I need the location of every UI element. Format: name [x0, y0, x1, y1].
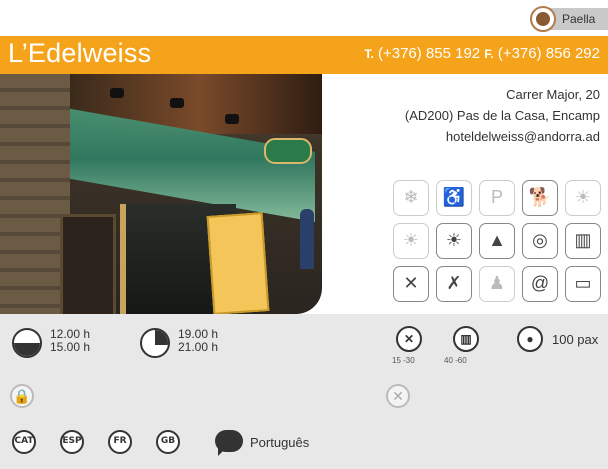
language-gb-icon: GB [156, 430, 180, 454]
menu-circle-icon: ▥ [453, 326, 479, 352]
specialty-tag: Paella [530, 6, 608, 32]
language-cat-icon: CAT [12, 430, 36, 454]
parking-icon: P [479, 180, 515, 216]
center-location-icon: ◎ [522, 223, 558, 259]
close-icon: ✕ [386, 384, 410, 408]
outdoor-seating-icon: ☀ [393, 223, 429, 259]
address-block: Carrer Major, 20 (AD200) Pas de la Casa,… [405, 84, 600, 147]
people-icon: ● [517, 326, 543, 352]
restaurant-name: L’Edelweiss [8, 38, 152, 68]
contact-phones: T. (+376) 855 192 F. (+376) 856 292 [364, 45, 600, 62]
mountain-trees-icon: ▲ [479, 223, 515, 259]
menu-book-icon: ▥ [565, 223, 601, 259]
sunset-view-icon: ☀ [436, 223, 472, 259]
fax-prefix: F. [484, 47, 494, 61]
lock-icon: 🔒 [10, 384, 34, 408]
gluten-free-icon: ✗ [436, 266, 472, 302]
other-language: Português [250, 435, 310, 450]
specialty-label: Paella [562, 12, 596, 26]
cutlery-icon: ✕ [393, 266, 429, 302]
dinner-hours: 19.00 h 21.00 h [178, 327, 219, 354]
fax-number: (+376) 856 292 [497, 45, 600, 62]
info-panel: 12.00 h 15.00 h 19.00 h 21.00 h ✕ 15 -30… [0, 314, 608, 469]
lunch-hours: 12.00 h 15.00 h [50, 327, 91, 354]
credit-card-icon: ▭ [565, 266, 601, 302]
cutlery-circle-icon: ✕ [396, 326, 422, 352]
carta-price-range: 40 -60 [444, 356, 467, 365]
clock-lunch-icon [12, 328, 42, 358]
email-at-icon: @ [522, 266, 558, 302]
chef-hat-icon [530, 6, 556, 32]
air-conditioning-icon: ❄ [393, 180, 429, 216]
capacity-label: 100 pax [552, 332, 599, 347]
clock-dinner-icon [140, 328, 170, 358]
speech-bubble-icon [215, 430, 243, 456]
terrace-sun-icon: ☀ [565, 180, 601, 216]
email-link[interactable]: hoteldelweiss@andorra.ad [405, 126, 600, 147]
language-esp-icon: ESP [60, 430, 84, 454]
wheelchair-icon: ♿ [436, 180, 472, 216]
phone-prefix: T. [364, 47, 374, 61]
restaurant-photo [0, 74, 322, 314]
language-fr-icon: FR [108, 430, 132, 454]
city-address: (AD200) Pas de la Casa, Encamp [404, 108, 600, 123]
phone-number[interactable]: (+376) 855 192 [378, 45, 480, 62]
pets-allowed-icon: 🐕 [522, 180, 558, 216]
chef-icon: ♟ [479, 266, 515, 302]
street-address: Carrer Major, 20 [506, 87, 600, 102]
menu-price-range: 15 -30 [392, 356, 415, 365]
